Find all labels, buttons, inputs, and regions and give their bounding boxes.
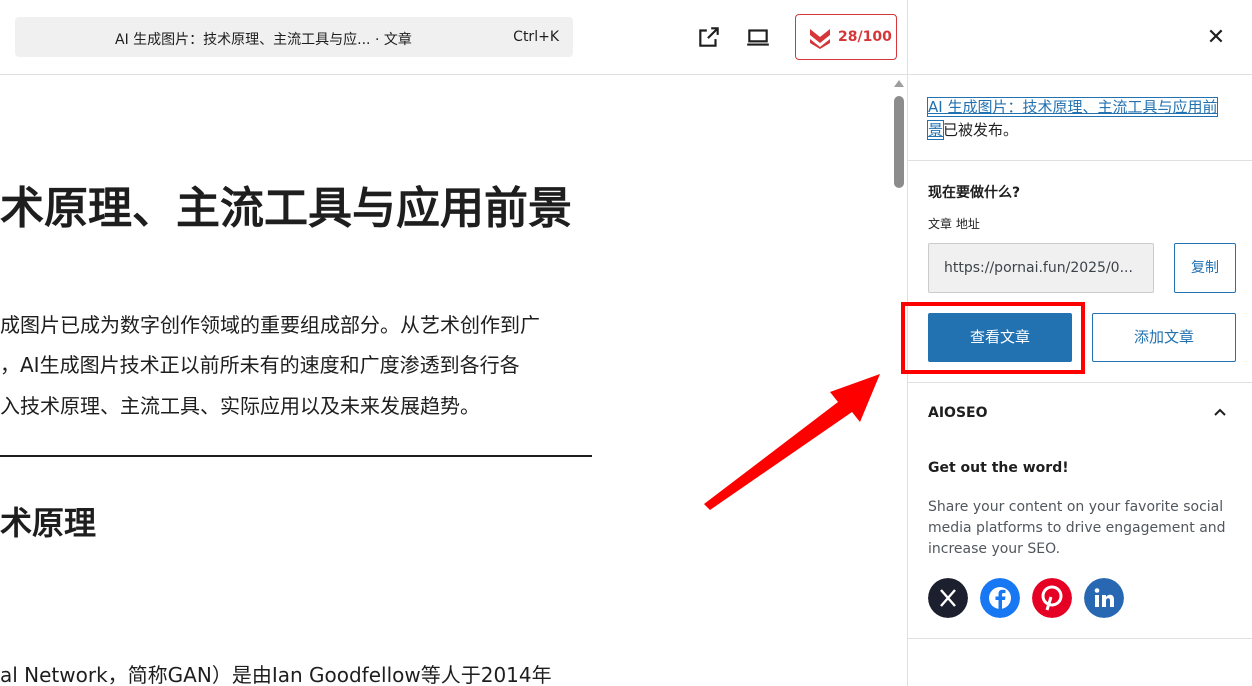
linkedin-icon[interactable] [1084,578,1124,618]
post-heading[interactable]: 术原理、主流工具与应用前景 [0,172,572,236]
get-word-heading: Get out the word! [928,460,1069,476]
highlight-box-annotation [901,302,1085,374]
seo-score: 28/100 [838,29,892,45]
seo-score-button[interactable]: 28/100 [795,14,897,60]
what-next-heading: 现在要做什么? [928,185,1021,201]
close-icon[interactable]: ✕ [1204,26,1228,50]
divider [908,160,1252,161]
document-title: AI 生成图片：技术原理、主流工具与应... · 文章 [115,32,412,48]
laptop-preview-icon[interactable] [745,24,771,50]
post-url-field[interactable]: https://pornai.fun/2025/0... [928,243,1154,293]
canvas-scrollbar[interactable] [892,76,907,686]
paragraph-line[interactable]: al Network，简称GAN）是由Ian Goodfellow等人于2014… [0,659,552,686]
external-link-icon[interactable] [696,24,722,50]
editor-topbar: AI 生成图片：技术原理、主流工具与应... · 文章 Ctrl+K 28/10… [0,0,907,75]
divider [908,382,1252,383]
pinterest-icon[interactable] [1032,578,1072,618]
separator-block[interactable] [0,455,592,457]
scroll-up-arrow[interactable] [894,80,904,87]
divider [908,638,1252,639]
red-arrow-annotation [704,374,880,510]
copy-url-button[interactable]: 复制 [1174,243,1236,293]
publish-notice: AI 生成图片：技术原理、主流工具与应用前景已被发布。 [926,96,1228,142]
chevron-up-icon[interactable] [1210,402,1230,422]
x-twitter-icon[interactable] [928,578,968,618]
paragraph-line[interactable]: ，AI生成图片技术正以前所未有的速度和广度渗透到各行各 [0,349,520,378]
aioseo-logo-icon [810,29,830,49]
paragraph-line[interactable]: 成图片已成为数字创作领域的重要组成部分。从艺术创作到广 [0,309,540,338]
share-description: Share your content on your favorite soci… [928,499,1226,557]
paragraph-line[interactable]: 入技术原理、主流工具、实际应用以及未来发展趋势。 [0,390,480,419]
scroll-thumb[interactable] [894,96,904,188]
aioseo-section-title[interactable]: AIOSEO [928,405,988,421]
published-suffix: 已被发布。 [943,121,1019,139]
add-new-post-button[interactable]: 添加文章 [1092,313,1236,362]
section-heading[interactable]: 术原理 [0,498,96,544]
command-palette-bar[interactable]: AI 生成图片：技术原理、主流工具与应... · 文章 Ctrl+K [15,17,573,57]
post-publish-panel: ✕ AI 生成图片：技术原理、主流工具与应用前景已被发布。 现在要做什么? 文章… [901,0,1252,686]
panel-header [908,0,1252,75]
shortcut-hint: Ctrl+K [513,29,559,45]
post-url-label: 文章 地址 [928,217,980,231]
facebook-icon[interactable] [980,578,1020,618]
